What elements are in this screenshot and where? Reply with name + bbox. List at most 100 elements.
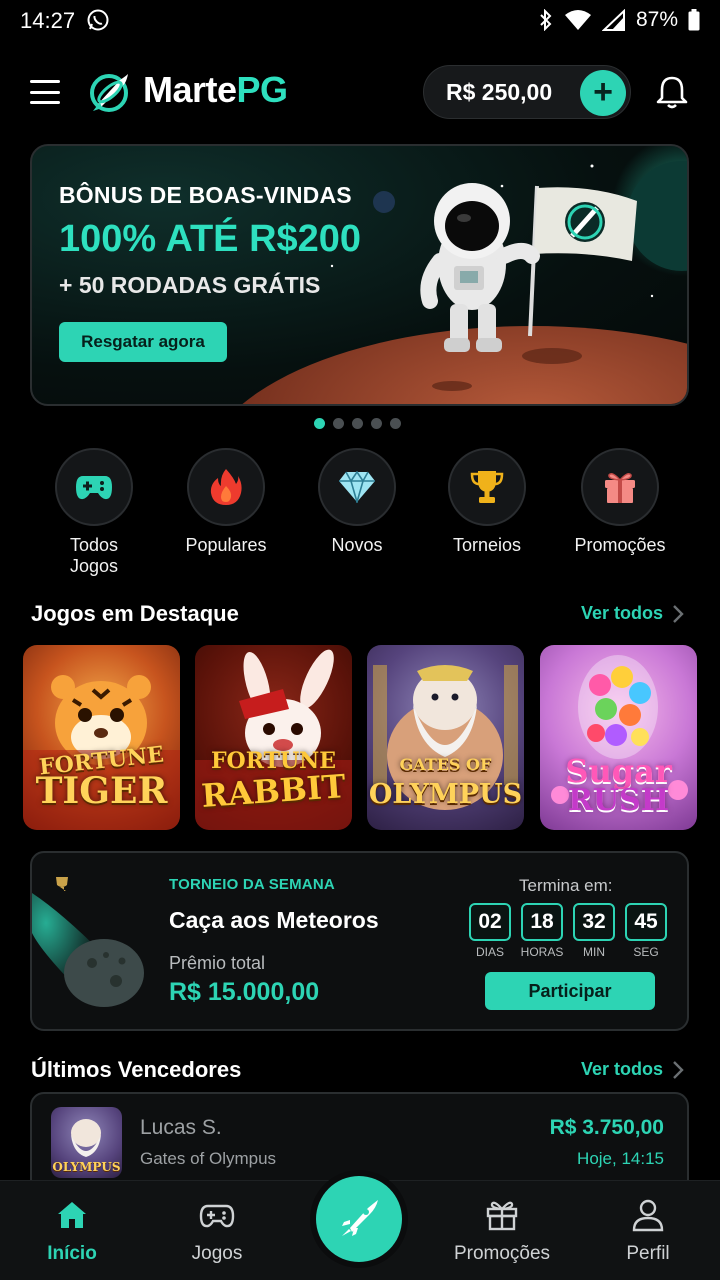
winner-game: Gates of Olympus xyxy=(140,1149,277,1168)
category-label: Populares xyxy=(185,535,267,555)
brand-main: Marte xyxy=(143,69,237,110)
category-label: Torneios xyxy=(452,535,522,555)
gift-icon xyxy=(605,473,635,503)
tournament-tag: TORNEIO DA SEMANA xyxy=(169,876,335,893)
carousel-dot[interactable] xyxy=(333,418,344,429)
thumb-label: OLYMPUS xyxy=(52,1160,121,1174)
status-bar: 14:27 87% xyxy=(0,0,720,44)
fire-icon xyxy=(210,469,242,505)
meteor-illustration xyxy=(32,877,144,1007)
prize-value: R$ 15.000,00 xyxy=(169,978,320,1006)
countdown-hours: 18 xyxy=(521,903,563,941)
game-card-sugar-rush[interactable]: Sugar RUSH xyxy=(540,645,697,830)
countdown-seconds: 45 xyxy=(625,903,667,941)
category-all-games[interactable]: Todos Jogos xyxy=(29,448,159,577)
bluetooth-icon xyxy=(540,9,552,31)
ends-in-label: Termina em: xyxy=(519,876,613,895)
nav-home-label: Início xyxy=(47,1243,97,1264)
category-label: Todos Jogos xyxy=(69,535,119,576)
latest-winners-title: Últimos Vencedores xyxy=(31,1057,242,1082)
category-icon-circle xyxy=(318,448,396,526)
category-new[interactable]: Novos xyxy=(292,448,422,556)
status-time: 14:27 xyxy=(20,8,76,33)
game-card-fortune-rabbit[interactable]: FORTUNE RABBIT xyxy=(195,645,352,830)
claim-bonus-button[interactable]: Resgatar agora xyxy=(59,322,227,362)
chevron-right-icon[interactable] xyxy=(672,1060,684,1080)
winner-time: Hoje, 14:15 xyxy=(577,1149,664,1168)
game-title: GATES OF OLYMPUS xyxy=(367,750,524,810)
balance-pill[interactable]: R$ 250,00 + xyxy=(423,65,631,119)
category-popular[interactable]: Populares xyxy=(161,448,291,556)
game-card-gates-of-olympus[interactable]: GATES OF OLYMPUS xyxy=(367,645,524,830)
winner-game-thumbnail: OLYMPUS xyxy=(51,1107,122,1178)
battery-icon xyxy=(688,9,700,31)
carousel-dot[interactable] xyxy=(390,418,401,429)
nav-profile[interactable]: Perfil xyxy=(588,1181,708,1280)
game-title: FORTUNE TIGER xyxy=(23,742,180,809)
banner-pagination xyxy=(314,418,401,429)
weekly-tournament-card[interactable]: TORNEIO DA SEMANA Caça aos Meteoros Prêm… xyxy=(30,851,689,1031)
bell-icon[interactable] xyxy=(652,72,692,112)
countdown-minutes: 32 xyxy=(573,903,615,941)
category-icon-circle xyxy=(187,448,265,526)
category-icon-circle xyxy=(581,448,659,526)
game-title-top: GATES OF xyxy=(399,755,492,774)
banner-offer: 100% ATÉ R$200 xyxy=(59,218,362,260)
game-title: FORTUNE RABBIT xyxy=(195,746,352,815)
rocket-action-button[interactable] xyxy=(316,1176,402,1262)
gamepad-icon xyxy=(76,476,112,500)
game-card-fortune-tiger[interactable]: FORTUNE TIGER xyxy=(23,645,180,830)
tournament-name: Caça aos Meteoros xyxy=(169,907,379,933)
balance-value: R$ 250,00 xyxy=(446,79,553,105)
featured-see-all-link[interactable]: Ver todos xyxy=(581,603,663,624)
carousel-dot[interactable] xyxy=(371,418,382,429)
nav-profile-label: Perfil xyxy=(626,1243,670,1264)
add-funds-button[interactable]: + xyxy=(580,70,626,116)
trophy-icon xyxy=(470,471,504,503)
status-icons: 87% xyxy=(538,8,700,32)
whatsapp-icon xyxy=(87,9,109,31)
category-label: Promoções xyxy=(574,535,666,555)
category-tournaments[interactable]: Torneios xyxy=(422,448,552,556)
home-icon xyxy=(58,1202,86,1228)
winner-amount: R$ 3.750,00 xyxy=(549,1116,664,1139)
nav-promotions[interactable]: Promoções xyxy=(442,1181,562,1280)
category-icon-circle xyxy=(55,448,133,526)
winner-name: Lucas S. xyxy=(140,1116,222,1139)
category-label: Novos xyxy=(331,535,383,555)
signal-icon xyxy=(601,9,625,31)
nav-games[interactable]: Jogos xyxy=(157,1181,277,1280)
nav-promotions-label: Promoções xyxy=(453,1243,551,1264)
game-title-bottom: RABBIT xyxy=(200,767,347,815)
battery-percent: 87% xyxy=(635,8,678,31)
banner-heading: BÔNUS DE BOAS-VINDAS xyxy=(59,182,352,208)
wifi-icon xyxy=(564,10,591,30)
gift-icon xyxy=(486,1201,518,1231)
countdown-days: 02 xyxy=(469,903,511,941)
nav-games-label: Jogos xyxy=(191,1243,243,1264)
game-title-bottom: RUSH xyxy=(567,783,670,818)
winners-see-all-link[interactable]: Ver todos xyxy=(581,1059,663,1080)
category-promotions[interactable]: Promoções xyxy=(555,448,685,556)
banner-free-spins: + 50 RODADAS GRÁTIS xyxy=(59,272,321,298)
user-icon xyxy=(632,1199,664,1232)
prize-label: Prêmio total xyxy=(169,953,266,973)
welcome-bonus-banner[interactable]: BÔNUS DE BOAS-VINDAS 100% ATÉ R$200 + 50… xyxy=(30,144,689,406)
countdown-minutes-label: MIN xyxy=(583,945,605,959)
game-title: Sugar RUSH xyxy=(540,752,697,818)
rocket-icon xyxy=(342,1200,378,1236)
brand-accent: PG xyxy=(236,69,289,110)
featured-games-title: Jogos em Destaque xyxy=(31,601,239,626)
nav-home[interactable]: Início xyxy=(12,1181,132,1280)
carousel-dot[interactable] xyxy=(352,418,363,429)
countdown-hours-label: HORAS xyxy=(520,945,564,959)
category-icon-circle xyxy=(448,448,526,526)
countdown-seconds-label: SEG xyxy=(633,945,659,959)
menu-button[interactable] xyxy=(30,80,60,104)
carousel-dot-active[interactable] xyxy=(314,418,325,429)
chevron-right-icon[interactable] xyxy=(672,604,684,624)
game-title-top: Sugar xyxy=(565,752,672,790)
countdown-days-label: DIAS xyxy=(475,945,504,959)
join-tournament-button[interactable]: Participar xyxy=(485,972,655,1010)
game-title-bottom: OLYMPUS xyxy=(368,779,523,810)
